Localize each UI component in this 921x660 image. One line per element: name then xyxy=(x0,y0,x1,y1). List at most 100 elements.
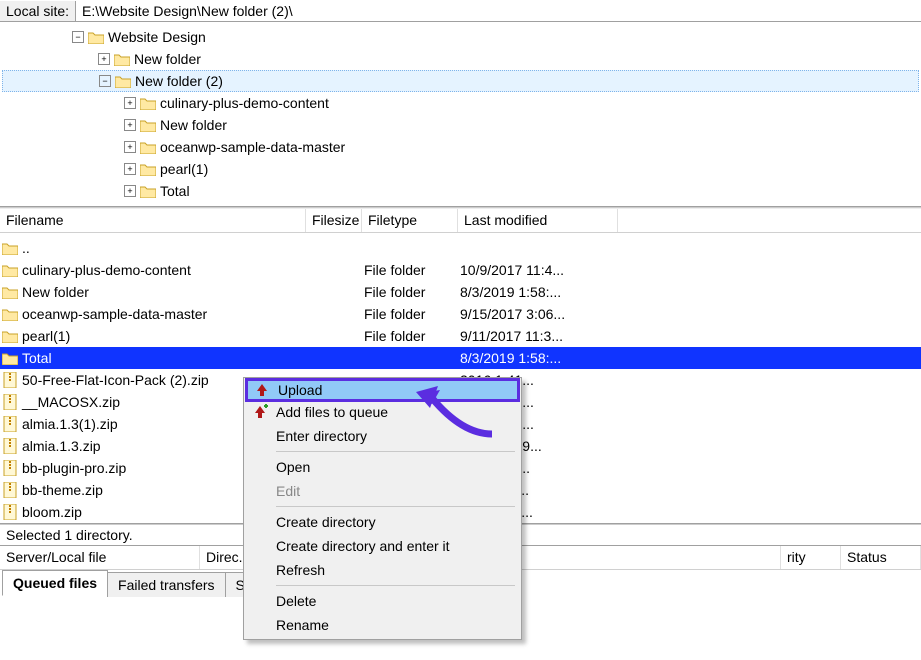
folder-icon xyxy=(2,263,18,277)
zip-icon xyxy=(2,372,18,388)
tree-toggle-icon[interactable]: + xyxy=(124,141,136,153)
folder-icon xyxy=(140,118,156,132)
context-menu-label: Upload xyxy=(272,382,322,398)
context-menu-label: Create directory and enter it xyxy=(270,538,450,554)
tree-item-label: Total xyxy=(160,183,190,199)
zip-icon xyxy=(2,394,18,410)
tree-item[interactable]: + Total xyxy=(2,180,919,202)
folder-icon xyxy=(115,74,131,88)
context-menu-label: Create directory xyxy=(270,514,376,530)
file-size xyxy=(306,247,362,249)
transfer-tab[interactable]: Failed transfers xyxy=(107,572,225,597)
folder-icon xyxy=(140,96,156,110)
file-type: File folder xyxy=(362,261,458,279)
file-modified: 10/9/2017 11:4... xyxy=(458,261,618,279)
context-menu-separator xyxy=(276,585,515,586)
file-type: File folder xyxy=(362,305,458,323)
annotation-arrow-icon xyxy=(412,386,502,446)
file-size xyxy=(306,357,362,359)
column-header-status[interactable]: Status xyxy=(841,546,921,569)
column-header-filename[interactable]: Filename xyxy=(0,209,306,232)
file-name: oceanwp-sample-data-master xyxy=(22,306,207,322)
tree-item[interactable]: − New folder (2) xyxy=(2,70,919,92)
file-modified xyxy=(458,247,618,249)
splitter-handle[interactable] xyxy=(0,207,921,209)
context-menu-label: Delete xyxy=(270,593,316,609)
file-row[interactable]: New folderFile folder8/3/2019 1:58:... xyxy=(0,281,921,303)
file-modified: 8/3/2019 1:58:... xyxy=(458,349,618,367)
file-modified: 9/11/2017 11:3... xyxy=(458,327,618,345)
tree-toggle-icon[interactable]: + xyxy=(124,163,136,175)
file-name: bb-theme.zip xyxy=(22,482,103,498)
tree-item[interactable]: − Website Design xyxy=(2,26,919,48)
context-menu-item[interactable]: Create directory and enter it xyxy=(246,534,519,558)
tree-toggle-icon[interactable]: − xyxy=(99,75,111,87)
tree-item-label: New folder xyxy=(160,117,227,133)
folder-icon xyxy=(140,140,156,154)
file-name: New folder xyxy=(22,284,89,300)
folder-icon xyxy=(88,30,104,44)
folder-tree-panel: − Website Design + New folder − New folder (2… xyxy=(0,22,921,207)
column-header-modified[interactable]: Last modified xyxy=(458,209,618,232)
local-site-path-bar: Local site: xyxy=(0,0,921,22)
context-menu-label: Rename xyxy=(270,617,329,633)
folder-icon xyxy=(2,329,18,343)
folder-icon xyxy=(2,351,18,365)
file-name: almia.1.3.zip xyxy=(22,438,101,454)
column-header-server-local-file[interactable]: Server/Local file xyxy=(0,546,200,569)
folder-icon xyxy=(140,184,156,198)
folder-icon xyxy=(140,162,156,176)
file-size xyxy=(306,335,362,337)
file-name: Total xyxy=(22,350,52,366)
upload-arrow-icon xyxy=(254,382,270,398)
file-modified: 9/15/2017 3:06... xyxy=(458,305,618,323)
file-row[interactable]: oceanwp-sample-data-master File folder9/1… xyxy=(0,303,921,325)
local-site-path-input[interactable] xyxy=(76,1,921,21)
file-row[interactable]: Total 8/3/2019 1:58:... xyxy=(0,347,921,369)
file-row[interactable]: .. xyxy=(0,237,921,259)
zip-icon xyxy=(2,416,18,432)
tree-item-label: New folder (2) xyxy=(135,73,223,89)
column-header-filetype[interactable]: Filetype xyxy=(362,209,458,232)
folder-icon xyxy=(2,285,18,299)
file-name: almia.1.3(1).zip xyxy=(22,416,118,432)
file-name: pearl(1) xyxy=(22,328,70,344)
file-row[interactable]: culinary-plus-demo-contentFile folder10/… xyxy=(0,259,921,281)
tree-item[interactable]: + New folder xyxy=(2,114,919,136)
tree-item-label: culinary-plus-demo-content xyxy=(160,95,329,111)
tree-toggle-icon[interactable]: − xyxy=(72,31,84,43)
file-modified: 8/3/2019 1:58:... xyxy=(458,283,618,301)
column-header-priority-partial[interactable]: rity xyxy=(781,546,841,569)
tree-item[interactable]: +oceanwp-sample-data-master xyxy=(2,136,919,158)
tree-toggle-icon[interactable]: + xyxy=(98,53,110,65)
local-site-label: Local site: xyxy=(0,1,76,21)
tree-toggle-icon[interactable]: + xyxy=(124,119,136,131)
file-size xyxy=(306,269,362,271)
column-header-filesize[interactable]: Filesize xyxy=(306,209,362,232)
folder-icon xyxy=(2,241,18,255)
zip-icon xyxy=(2,460,18,476)
zip-icon xyxy=(2,504,18,520)
tree-item-label: Website Design xyxy=(108,29,206,45)
context-menu-label: Refresh xyxy=(270,562,325,578)
context-menu-item[interactable]: Refresh xyxy=(246,558,519,582)
tree-item[interactable]: + pearl(1) xyxy=(2,158,919,180)
context-menu-item: Edit xyxy=(246,479,519,503)
context-menu-item[interactable]: Open xyxy=(246,455,519,479)
folder-icon xyxy=(114,52,130,66)
file-row[interactable]: pearl(1)File folder9/11/2017 11:3... xyxy=(0,325,921,347)
tree-item-label: pearl(1) xyxy=(160,161,208,177)
zip-icon xyxy=(2,482,18,498)
transfer-tab[interactable]: Queued files xyxy=(2,570,108,596)
context-menu-label: Enter directory xyxy=(270,428,367,444)
file-size xyxy=(306,313,362,315)
context-menu-item[interactable]: Delete xyxy=(246,589,519,613)
tree-item[interactable]: +New folder xyxy=(2,48,919,70)
context-menu-item[interactable]: Rename xyxy=(246,613,519,637)
tree-toggle-icon[interactable]: + xyxy=(124,185,136,197)
tree-toggle-icon[interactable]: + xyxy=(124,97,136,109)
context-menu-item[interactable]: Create directory xyxy=(246,510,519,534)
context-menu-separator xyxy=(276,506,515,507)
file-name: .. xyxy=(22,240,30,256)
tree-item[interactable]: + culinary-plus-demo-content xyxy=(2,92,919,114)
